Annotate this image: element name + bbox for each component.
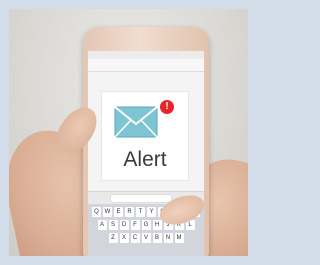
phone-screen: ! Alert Q W E R T Y U I O P — [88, 51, 204, 256]
alert-card: ! Alert — [101, 91, 189, 181]
status-bar — [88, 51, 204, 59]
key: R — [125, 207, 134, 217]
envelope-icon — [114, 106, 158, 138]
smartphone: ! Alert Q W E R T Y U I O P — [83, 27, 209, 256]
key: T — [136, 207, 145, 217]
key: C — [130, 233, 140, 243]
message-field — [110, 194, 172, 203]
key: E — [114, 207, 123, 217]
key: Q — [92, 207, 101, 217]
key: F — [130, 220, 140, 230]
key: W — [103, 207, 112, 217]
keyboard-row-3: Z X C V B N M — [88, 233, 204, 243]
nav-bar — [88, 59, 204, 72]
key: S — [108, 220, 118, 230]
key: V — [141, 233, 151, 243]
notification-badge: ! — [160, 100, 174, 114]
key: A — [97, 220, 107, 230]
key: B — [152, 233, 162, 243]
key: G — [141, 220, 151, 230]
alert-label: Alert — [123, 148, 167, 171]
key: X — [119, 233, 129, 243]
key: N — [163, 233, 173, 243]
key: Z — [108, 233, 118, 243]
key: M — [174, 233, 184, 243]
photo: ! Alert Q W E R T Y U I O P — [9, 9, 248, 256]
key: Y — [147, 207, 156, 217]
key: H — [152, 220, 162, 230]
key: D — [119, 220, 129, 230]
